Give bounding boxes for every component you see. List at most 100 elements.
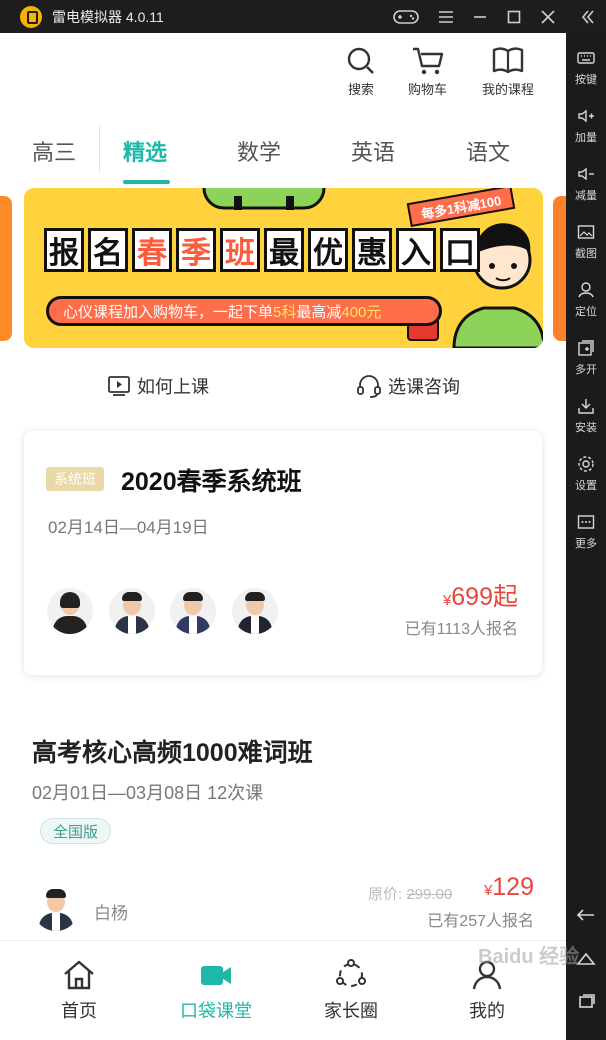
search-icon <box>347 47 374 74</box>
sidebar-item-label: 按键 <box>575 74 597 86</box>
android-back-button[interactable] <box>566 901 606 929</box>
search-button[interactable]: 搜索 <box>346 46 376 98</box>
volume-up-icon <box>578 109 594 123</box>
tab-english[interactable]: 英语 <box>351 135 395 167</box>
sidebar-item-label: 截图 <box>575 248 597 260</box>
tab-math[interactable]: 数学 <box>237 135 281 167</box>
minimize-icon[interactable] <box>462 0 498 33</box>
sidebar-item-label: 更多 <box>575 538 597 550</box>
more-icon <box>577 515 595 529</box>
banner-subline-highlight: 5科 <box>273 303 297 321</box>
price-value: 699起 <box>451 583 518 611</box>
original-price-value: 299.00 <box>406 886 453 903</box>
region-tag: 全国版 <box>40 818 112 844</box>
teacher-avatar <box>109 588 155 634</box>
location-icon <box>578 282 594 298</box>
headset-icon <box>357 375 381 398</box>
emulator-titlebar: 雷电模拟器 4.0.11 <box>0 0 606 33</box>
grade-selector[interactable]: 高三 <box>32 135 76 167</box>
sidebar-more-button[interactable]: 更多 <box>566 507 606 559</box>
nav-parents-circle[interactable]: 家长圈 <box>301 959 401 1023</box>
banner-headline-char: 春 <box>132 228 172 272</box>
banner-headline-char: 季 <box>176 228 216 272</box>
sidebar-location-button[interactable]: 定位 <box>566 275 606 327</box>
keyboard-icon <box>577 52 595 64</box>
original-price-label: 原价: <box>368 886 403 903</box>
cart-icon <box>412 47 443 75</box>
sidebar-item-label: 减量 <box>575 190 597 202</box>
my-courses-button[interactable]: 我的课程 <box>482 46 534 98</box>
banner-subline-text: 最高减 <box>296 303 342 321</box>
course-dates: 02月01日—03月08日 12次课 <box>32 783 264 803</box>
nav-home-label: 首页 <box>61 1001 97 1021</box>
banner-headline-char: 名 <box>88 228 128 272</box>
sidebar-item-label: 设置 <box>575 480 597 492</box>
sidebar-volume-down-button[interactable]: 减量 <box>566 159 606 211</box>
app-screen: 搜索 购物车 我的课程 高三 精选 数学 英语 语文 每多1科减100 报 名 … <box>0 33 566 1040</box>
nav-pocket-class[interactable]: 口袋课堂 <box>166 959 266 1023</box>
cart-button[interactable]: 购物车 <box>408 46 447 98</box>
how-to-attend-link[interactable]: 如何上课 <box>107 368 209 404</box>
sidebar-item-label: 定位 <box>575 306 597 318</box>
course-price: ¥699起 <box>443 577 518 613</box>
quick-links: 如何上课 选课咨询 <box>0 368 566 404</box>
teacher-name: 白杨 <box>94 904 128 923</box>
gamepad-icon[interactable] <box>388 0 424 33</box>
back-icon <box>576 909 594 921</box>
course-price: ¥129 <box>484 873 534 902</box>
gear-icon <box>578 456 594 472</box>
enrolled-count: 已有257人报名 <box>427 913 534 930</box>
enrolled-count: 已有1113人报名 <box>404 621 518 638</box>
nav-pocket-class-label: 口袋课堂 <box>180 1001 252 1021</box>
install-icon <box>578 399 594 414</box>
course-dates: 02月14日—04月19日 <box>48 518 209 537</box>
cart-label: 购物车 <box>408 82 448 97</box>
featured-course-card[interactable]: 系统班 2020春季系统班 02月14日—04月19日 ¥699起 已有1113… <box>24 431 542 675</box>
android-recents-button[interactable] <box>566 987 606 1015</box>
emulator-sidebar: 按键 加量 减量 截图 定位 多开 安装 设置 更多 <box>566 33 606 1040</box>
sidebar-install-button[interactable]: 安装 <box>566 391 606 443</box>
banner-headline-char: 报 <box>44 228 84 272</box>
teacher-avatar <box>33 885 79 931</box>
search-label: 搜索 <box>347 82 374 97</box>
nav-parents-circle-label: 家长圈 <box>324 1001 378 1021</box>
banner-prev-peek <box>0 196 12 341</box>
sidebar-settings-button[interactable]: 设置 <box>566 449 606 501</box>
book-icon <box>492 47 524 74</box>
sidebar-item-label: 加量 <box>575 132 597 144</box>
price-value: 129 <box>492 873 534 901</box>
video-camera-icon <box>201 966 231 985</box>
screenshot-icon <box>577 225 595 239</box>
banner-subline-highlight: 400元 <box>341 303 382 321</box>
consult-link[interactable]: 选课咨询 <box>356 368 460 404</box>
collapse-sidebar-icon[interactable] <box>570 0 606 33</box>
course-type-badge: 系统班 <box>46 467 104 491</box>
close-icon[interactable] <box>530 0 566 33</box>
tab-divider <box>99 125 100 173</box>
volume-down-icon <box>578 167 594 181</box>
banner-subline-text: 心仪课程加入购物车，一起下单 <box>63 303 274 321</box>
teacher-avatar <box>232 588 278 634</box>
banner-headline-char: 入 <box>396 228 436 272</box>
banner-headline-char: 班 <box>220 228 260 272</box>
sidebar-screenshot-button[interactable]: 截图 <box>566 217 606 269</box>
consult-label: 选课咨询 <box>388 377 460 397</box>
teacher-avatar <box>47 588 93 634</box>
sidebar-volume-up-button[interactable]: 加量 <box>566 101 606 153</box>
banner-headline-char: 优 <box>308 228 348 272</box>
sidebar-multi-instance-button[interactable]: 多开 <box>566 333 606 385</box>
tab-featured[interactable]: 精选 <box>123 135 167 167</box>
menu-icon[interactable] <box>428 0 464 33</box>
subject-tabs: 高三 精选 数学 英语 语文 <box>0 125 566 185</box>
banner-carousel[interactable]: 每多1科减100 报 名 春 季 班 最 优 惠 入 口 心仪课程加入购物车，一… <box>0 188 566 348</box>
header-actions: 搜索 购物车 我的课程 <box>0 46 566 106</box>
watermark: Baidu 经验 <box>478 946 580 968</box>
course-title: 高考核心高频1000难词班 <box>32 739 313 767</box>
teacher-avatar <box>170 588 216 634</box>
promo-banner[interactable]: 每多1科减100 报 名 春 季 班 最 优 惠 入 口 心仪课程加入购物车，一… <box>24 188 543 348</box>
maximize-icon[interactable] <box>496 0 532 33</box>
emulator-logo-icon <box>20 5 42 28</box>
sidebar-keymap-button[interactable]: 按键 <box>566 43 606 95</box>
tab-chinese[interactable]: 语文 <box>466 135 510 167</box>
nav-home[interactable]: 首页 <box>29 959 129 1023</box>
